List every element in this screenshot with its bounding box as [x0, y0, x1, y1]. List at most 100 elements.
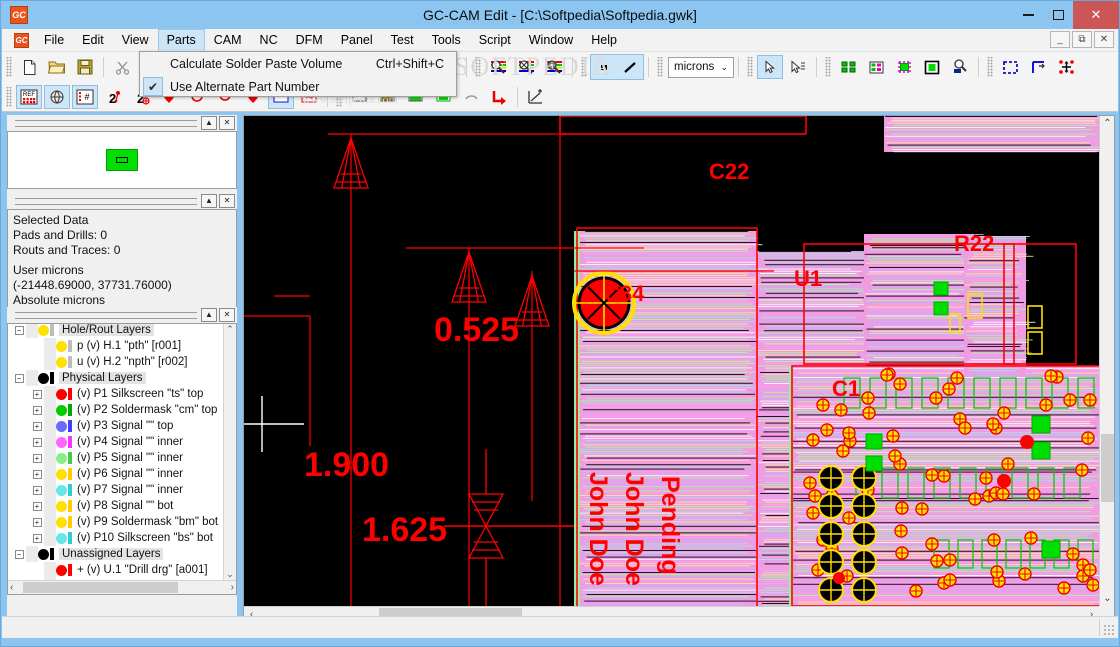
corner-red-icon[interactable] [486, 85, 512, 109]
layer-color-dot-icon[interactable] [56, 516, 67, 528]
new-file-icon[interactable] [16, 55, 42, 79]
tree-expander[interactable]: + [30, 453, 44, 463]
layers-hscroll-thumb[interactable] [23, 582, 178, 593]
menu-panel[interactable]: Panel [332, 29, 382, 51]
menu-item-calculate-solder-paste-volume[interactable]: Calculate Solder Paste Volume Ctrl+Shift… [140, 52, 456, 75]
tree-expander[interactable]: + [30, 517, 44, 527]
mdi-restore-button[interactable]: ⧉ [1072, 31, 1092, 48]
toolbar-grip-icon[interactable] [657, 57, 663, 77]
toolbar-grip-icon[interactable] [581, 57, 587, 77]
menu-parts[interactable]: Parts [157, 29, 205, 51]
pointer-select-icon[interactable] [757, 55, 783, 79]
tree-expander[interactable]: + [30, 533, 44, 543]
nodes-move-icon[interactable] [1053, 55, 1079, 79]
layer-color-dot-icon[interactable] [56, 356, 67, 368]
layer-color-dot-icon[interactable] [56, 340, 67, 352]
menu-cam[interactable]: CAM [205, 29, 251, 51]
close-panel-button[interactable]: ✕ [219, 116, 235, 130]
canvas-vscroll-thumb[interactable] [1101, 434, 1114, 502]
canvas-scroll-up-icon[interactable]: ⌃ [1100, 116, 1115, 131]
zoom-window-layer-icon[interactable] [541, 55, 567, 79]
tree-layer-row[interactable]: + (v) P1 Silkscreen "ts" top [8, 386, 223, 402]
menu-edit[interactable]: Edit [73, 29, 113, 51]
cad-drawing-canvas[interactable]: 0.525 1.900 1.625 C22 C34 C1 R22 U1 John Doe John… [244, 116, 1099, 606]
menu-view[interactable]: View [113, 29, 158, 51]
pad-square-icon[interactable] [591, 55, 617, 79]
layers-vertical-scrollbar[interactable]: ⌃ ⌄ [223, 324, 236, 580]
tree-expander[interactable]: + [30, 405, 44, 415]
grid-hash-icon[interactable]: # [72, 85, 98, 109]
axis-point-icon[interactable] [523, 85, 549, 109]
marquee-select-icon[interactable] [997, 55, 1023, 79]
tree-group-row[interactable]: − Unassigned Layers [8, 546, 223, 562]
layer-color-dot-icon[interactable] [38, 372, 49, 384]
menu-item-use-alternate-part-number[interactable]: ✔ Use Alternate Part Number [140, 75, 456, 98]
layer-color-dot-icon[interactable] [38, 548, 49, 560]
minimize-button[interactable] [1013, 1, 1043, 29]
save-disk-icon[interactable] [72, 55, 98, 79]
menu-script[interactable]: Script [470, 29, 520, 51]
resize-grip-icon[interactable] [1103, 624, 1115, 636]
tree-layer-row[interactable]: + (v) P8 Signal "" bot [8, 498, 223, 514]
trace-line-icon[interactable] [617, 55, 643, 79]
maximize-button[interactable] [1043, 1, 1073, 29]
panel-list-icon[interactable] [863, 55, 889, 79]
toolbar-grip-icon[interactable] [475, 57, 481, 77]
layer-color-dot-icon[interactable] [56, 452, 67, 464]
tree-layer-row[interactable]: + (v) P4 Signal "" inner [8, 434, 223, 450]
component-green-icon[interactable] [891, 55, 917, 79]
canvas-scroll-down-icon[interactable]: ⌄ [1100, 591, 1115, 606]
layer-color-dot-icon[interactable] [56, 564, 67, 576]
tree-layer-row[interactable]: + (v) P2 Soldermask "cm" top [8, 402, 223, 418]
panel-drag-handle[interactable] [15, 311, 197, 319]
tree-layer-row[interactable]: + (v) P5 Signal "" inner [8, 450, 223, 466]
tree-expander[interactable]: − [12, 549, 26, 559]
toolbar-grip-icon[interactable] [6, 57, 12, 77]
collapse-button[interactable]: ▲ [201, 116, 217, 130]
layer-color-dot-icon[interactable] [38, 324, 49, 336]
toolbar-grip-icon[interactable] [825, 57, 831, 77]
menu-file[interactable]: File [35, 29, 73, 51]
pad-filled-icon[interactable] [919, 55, 945, 79]
tree-expander[interactable]: + [30, 421, 44, 431]
scroll-right-arrow-icon[interactable]: › [231, 582, 234, 593]
two-point-icon[interactable]: 2 [100, 85, 126, 109]
tree-expander[interactable]: − [12, 373, 26, 383]
tree-expander[interactable]: + [30, 485, 44, 495]
tree-layer-row[interactable]: + (v) P6 Signal "" inner [8, 466, 223, 482]
scroll-down-arrow-icon[interactable]: ⌄ [226, 569, 234, 580]
toolbar-grip-icon[interactable] [747, 57, 753, 77]
tree-expander[interactable]: − [12, 325, 26, 335]
mdi-minimize-button[interactable]: _ [1050, 31, 1070, 48]
inspect-icon[interactable] [947, 55, 973, 79]
panel-drag-handle[interactable] [15, 197, 197, 205]
toolbar-grip-icon[interactable] [6, 87, 12, 107]
tree-layer-row[interactable]: + (v) P3 Signal "" top [8, 418, 223, 434]
menu-tools[interactable]: Tools [423, 29, 470, 51]
layer-color-dot-icon[interactable] [56, 532, 67, 544]
layer-color-dot-icon[interactable] [56, 484, 67, 496]
cut-scissors-icon[interactable] [109, 55, 135, 79]
ref-designator-icon[interactable]: REF [16, 85, 42, 109]
mdi-close-button[interactable]: ✕ [1094, 31, 1114, 48]
zoom-off-layer-icon[interactable] [513, 55, 539, 79]
toolbar-grip-icon[interactable] [987, 57, 993, 77]
tree-group-row[interactable]: − Physical Layers [8, 370, 223, 386]
menu-nc[interactable]: NC [251, 29, 287, 51]
tree-layer-row[interactable]: + (v) U.1 "Drill drg" [a001] [8, 562, 223, 578]
layer-color-dot-icon[interactable] [56, 436, 67, 448]
units-select[interactable]: microns ⌄ [668, 56, 734, 78]
tree-layer-row[interactable]: p (v) H.1 "pth" [r001] [8, 338, 223, 354]
open-folder-icon[interactable] [44, 55, 70, 79]
tree-expander[interactable]: + [30, 389, 44, 399]
tree-group-row[interactable]: − Hole/Rout Layers [8, 324, 223, 338]
collapse-button[interactable]: ▲ [201, 308, 217, 322]
menu-dfm[interactable]: DFM [287, 29, 332, 51]
tree-expander[interactable]: + [30, 469, 44, 479]
layer-color-dot-icon[interactable] [56, 388, 67, 400]
menu-help[interactable]: Help [582, 29, 626, 51]
layer-color-dot-icon[interactable] [56, 500, 67, 512]
panel-drag-handle[interactable] [15, 119, 197, 127]
zoom-layer-icon[interactable] [485, 55, 511, 79]
panel-array-icon[interactable] [835, 55, 861, 79]
